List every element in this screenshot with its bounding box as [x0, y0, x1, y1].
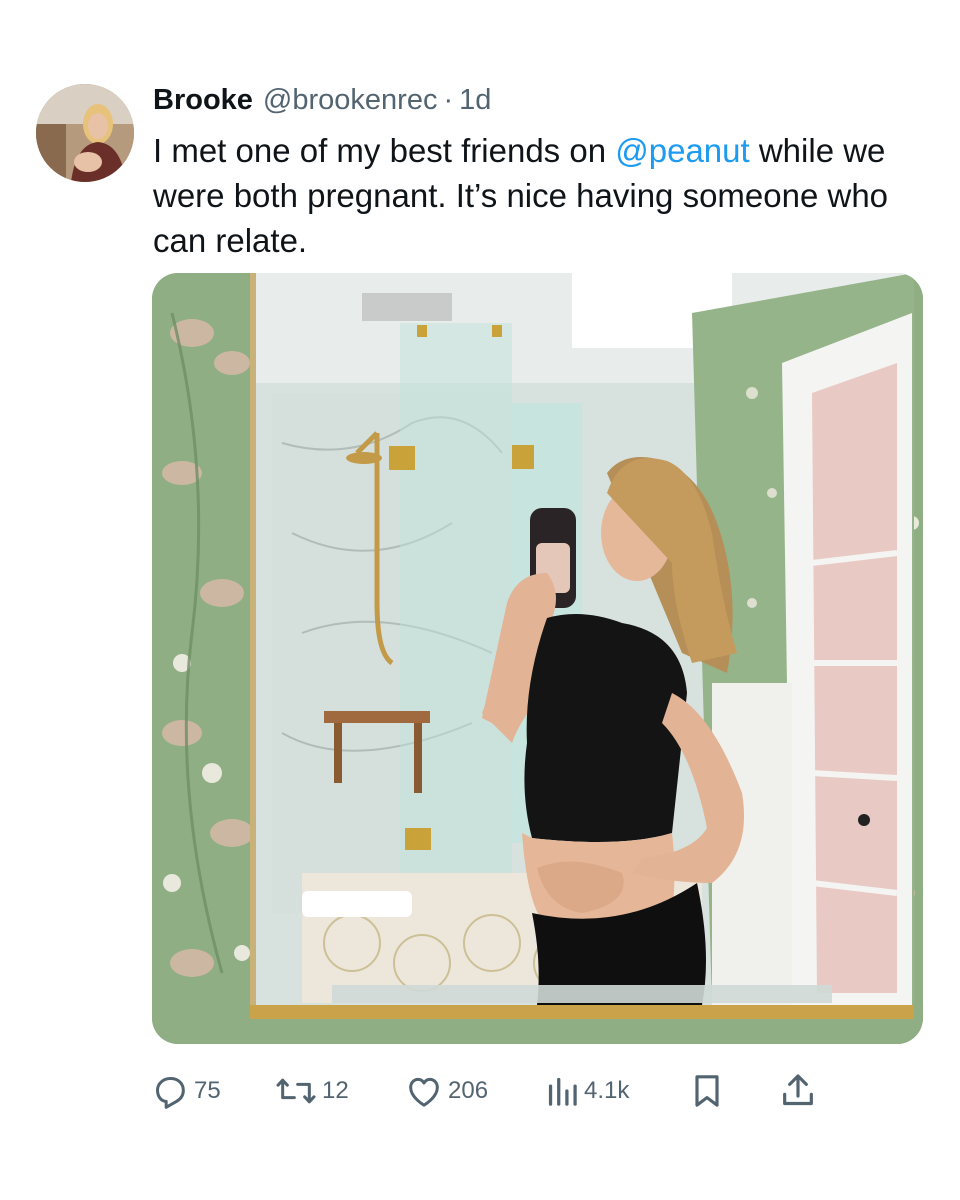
bookmark-button[interactable]	[690, 1068, 724, 1114]
avatar-image	[36, 84, 134, 182]
tweet-text: I met one of my best friends on @peanut …	[153, 128, 933, 263]
like-button[interactable]: 206	[404, 1068, 488, 1114]
views-icon	[544, 1071, 580, 1111]
timestamp[interactable]: 1d	[459, 84, 491, 117]
action-bar: 75 12 206 4.1k	[150, 1068, 830, 1114]
tweet-header: Brooke @brookenrec · 1d	[153, 84, 491, 122]
reply-icon	[150, 1071, 190, 1111]
separator-dot: ·	[443, 84, 454, 116]
mirror-selfie-image	[152, 273, 923, 1044]
views-count: 4.1k	[584, 1077, 630, 1104]
views-button[interactable]: 4.1k	[544, 1068, 629, 1114]
repost-icon	[274, 1071, 318, 1111]
repost-button[interactable]: 12	[274, 1068, 349, 1114]
tweet-text-part-1: I met one of my best friends on	[153, 132, 616, 169]
share-button[interactable]	[778, 1068, 818, 1114]
tweet-photo[interactable]	[152, 273, 923, 1044]
author-name[interactable]: Brooke	[153, 84, 253, 117]
author-handle[interactable]: @brookenrec	[263, 84, 438, 117]
reply-button[interactable]: 75	[150, 1068, 221, 1114]
reply-count: 75	[194, 1077, 221, 1104]
like-count: 206	[448, 1077, 489, 1104]
repost-count: 12	[322, 1077, 349, 1104]
tweet[interactable]: Brooke @brookenrec · 1d I met one of my …	[0, 0, 960, 1200]
mention-link[interactable]: @peanut	[615, 132, 749, 169]
share-icon	[778, 1071, 818, 1111]
heart-icon	[404, 1071, 444, 1111]
avatar[interactable]	[36, 84, 134, 182]
bookmark-icon	[690, 1071, 724, 1111]
